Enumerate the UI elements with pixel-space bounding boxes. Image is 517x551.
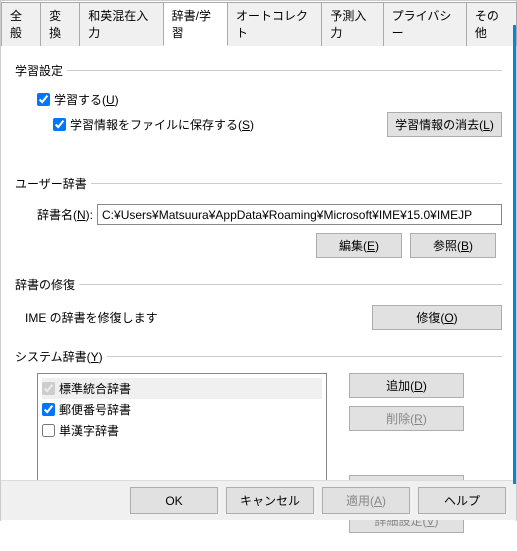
ok-button[interactable]: OK — [130, 487, 218, 514]
cancel-button[interactable]: キャンセル — [226, 487, 314, 514]
dict-repair-group: 辞書の修復 IME の辞書を修復します 修復(O) — [15, 276, 502, 342]
repair-legend: 辞書の修復 — [15, 276, 79, 293]
repair-desc: IME の辞書を修復します — [25, 309, 158, 326]
repair-button[interactable]: 修復(O) — [372, 305, 502, 330]
tab-predictive[interactable]: 予測入力 — [321, 2, 383, 46]
user-dict-legend: ユーザー辞書 — [15, 175, 91, 192]
window-accent-edge — [513, 25, 516, 484]
tab-conversion[interactable]: 変換 — [40, 2, 80, 46]
list-item[interactable]: 単漢字辞書 — [42, 420, 322, 441]
learning-legend: 学習設定 — [15, 62, 67, 79]
tab-general[interactable]: 全般 — [1, 2, 41, 46]
list-item[interactable]: 標準統合辞書 — [42, 378, 322, 399]
sys-dict-item-checkbox — [42, 382, 55, 395]
save-learning-file-label[interactable]: 学習情報をファイルに保存する(S) — [70, 116, 254, 133]
clear-learning-button[interactable]: 学習情報の消去(L) — [387, 112, 502, 137]
apply-button: 適用(A) — [322, 487, 410, 514]
sys-dict-legend: システム辞書(Y) — [15, 348, 107, 365]
tab-other[interactable]: その他 — [466, 2, 517, 46]
list-item[interactable]: 郵便番号辞書 — [42, 399, 322, 420]
tab-strip: 全般 変換 和英混在入力 辞書/学習 オートコレクト 予測入力 プライバシー そ… — [1, 1, 516, 46]
browse-dict-button[interactable]: 参照(B) — [410, 233, 496, 258]
edit-dict-button[interactable]: 編集(E) — [316, 233, 402, 258]
settings-window: 全般 変換 和英混在入力 辞書/学習 オートコレクト 予測入力 プライバシー そ… — [0, 0, 517, 521]
learning-settings-group: 学習設定 学習する(U) 学習情報をファイルに保存する(S) 学習情報の消去(L… — [15, 62, 502, 149]
dict-name-label: 辞書名(N): — [37, 206, 93, 223]
sys-dict-item-label: 郵便番号辞書 — [59, 401, 131, 418]
learn-checkbox[interactable] — [37, 93, 50, 106]
tab-dictionary-learning[interactable]: 辞書/学習 — [163, 2, 228, 46]
user-dictionary-group: ユーザー辞書 辞書名(N): 編集(E) 参照(B) — [15, 175, 502, 270]
dialog-footer: OK キャンセル 適用(A) ヘルプ — [1, 480, 516, 520]
sys-dict-item-checkbox[interactable] — [42, 424, 55, 437]
delete-sys-dict-button: 削除(R) — [349, 406, 464, 431]
sys-dict-item-label: 標準統合辞書 — [59, 380, 131, 397]
add-sys-dict-button[interactable]: 追加(D) — [349, 373, 464, 398]
tab-privacy[interactable]: プライバシー — [383, 2, 467, 46]
sys-dict-item-checkbox[interactable] — [42, 403, 55, 416]
tab-mixed-input[interactable]: 和英混在入力 — [79, 2, 163, 46]
sys-dict-item-label: 単漢字辞書 — [59, 422, 119, 439]
dict-path-input[interactable] — [97, 204, 502, 225]
tab-content: 学習設定 学習する(U) 学習情報をファイルに保存する(S) 学習情報の消去(L… — [1, 46, 516, 551]
learn-label[interactable]: 学習する(U) — [54, 91, 119, 108]
help-button[interactable]: ヘルプ — [418, 487, 506, 514]
save-learning-file-checkbox[interactable] — [53, 118, 66, 131]
tab-autocorrect[interactable]: オートコレクト — [227, 2, 322, 46]
